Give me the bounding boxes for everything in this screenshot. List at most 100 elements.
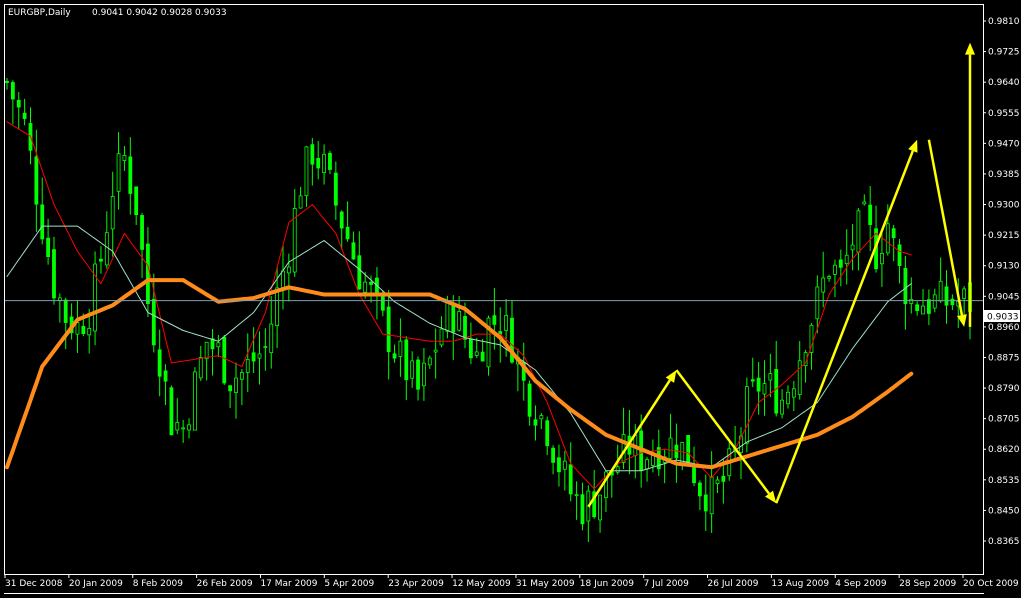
candle-body (386, 306, 391, 353)
candle (22, 98, 27, 126)
candle-body (322, 153, 326, 173)
x-tick: 4 Sep 2009 (834, 574, 887, 589)
y-tick: 0.9810 (983, 17, 1020, 27)
candle (926, 289, 931, 326)
price-chart[interactable]: 0.9810 0.9725 0.9640 0.9555 0.9470 0.9385 0.93… (0, 0, 1021, 598)
x-tick: 23 Apr 2009 (387, 574, 444, 589)
candle-body (422, 362, 426, 387)
candle (533, 405, 538, 441)
candle (762, 360, 767, 416)
candle-body (962, 288, 967, 299)
candle (328, 150, 332, 175)
candle-body (34, 156, 39, 205)
candle (791, 380, 796, 412)
candle-body (474, 351, 479, 356)
candle (169, 385, 174, 436)
candle (774, 340, 779, 417)
candle (551, 445, 555, 475)
candle-body (463, 316, 467, 340)
arrow-shaft (675, 369, 771, 495)
candle (157, 329, 162, 397)
x-tick-label: 5 Apr 2009 (324, 579, 374, 589)
candle-body (921, 305, 925, 315)
candle-body (885, 223, 890, 254)
candle (427, 355, 432, 369)
y-tick: 0.8705 (983, 415, 1020, 425)
candle-body (433, 349, 438, 353)
candle (803, 349, 808, 383)
candle (175, 398, 180, 435)
candle-body (369, 281, 373, 285)
candle-body (304, 146, 309, 197)
candle (333, 161, 338, 220)
x-tick: 26 Jul 2009 (707, 574, 759, 589)
y-tick-label: 0.9300 (988, 201, 1020, 211)
x-tick: 20 Oct 2009 (962, 574, 1019, 589)
candle (310, 137, 315, 186)
candle (398, 318, 403, 377)
y-tick-label: 0.8535 (988, 476, 1020, 486)
candle-body (445, 302, 450, 332)
candle (110, 171, 115, 257)
candle (756, 362, 761, 415)
candle-body (40, 204, 45, 240)
candle (416, 356, 420, 401)
candle-body (251, 352, 256, 362)
candle (950, 294, 955, 311)
candle-body (457, 311, 462, 331)
candle-body (328, 152, 332, 170)
candle (339, 210, 344, 250)
candle-body (439, 328, 444, 346)
x-tick-label: 4 Sep 2009 (835, 579, 887, 589)
candle (715, 476, 720, 493)
y-tick: 0.9640 (983, 78, 1020, 88)
candle (891, 224, 896, 262)
y-tick: 0.9300 (983, 201, 1020, 211)
candle-body (316, 157, 321, 169)
candle (216, 334, 221, 358)
x-tick-label: 17 Mar 2009 (260, 579, 317, 589)
arrow-shaft (775, 150, 914, 504)
x-tick: 31 May 2009 (515, 574, 575, 589)
candle (674, 423, 679, 483)
candle (234, 362, 238, 419)
current-price-box: 0.9033 (984, 310, 1020, 323)
candle (844, 229, 849, 285)
candle-body (351, 242, 356, 260)
candle-body (140, 215, 144, 250)
candle (862, 194, 867, 206)
candle-body (950, 298, 955, 306)
candle-body (562, 460, 567, 470)
y-tick: 0.9215 (983, 231, 1020, 241)
candle-body (198, 357, 203, 379)
candle-body (932, 294, 937, 309)
candle-body (903, 267, 908, 305)
candle (75, 300, 80, 353)
candle (562, 450, 567, 491)
candle-body (245, 359, 250, 373)
x-tick-label: 23 Apr 2009 (388, 579, 444, 589)
arrow-head (908, 139, 918, 153)
candle (944, 270, 949, 324)
candle-body (404, 339, 409, 381)
candle (345, 201, 350, 242)
candle-body (756, 377, 761, 392)
candle (257, 331, 262, 385)
candle-body (709, 476, 714, 515)
y-tick: 0.8790 (983, 384, 1020, 394)
candle-body (392, 353, 397, 359)
candle (486, 315, 491, 376)
y-tick-label: 0.9385 (988, 170, 1020, 180)
candle-body (668, 437, 673, 459)
y-tick-label: 0.8875 (988, 353, 1020, 363)
candle-body (868, 204, 873, 225)
candle (586, 485, 591, 542)
y-tick: 0.8450 (983, 506, 1020, 516)
candle-body (357, 255, 362, 290)
candle-body (52, 249, 56, 299)
candle (662, 449, 667, 484)
candle-body (580, 494, 585, 525)
y-tick: 0.8535 (983, 476, 1020, 486)
x-tick-label: 31 Dec 2008 (5, 579, 63, 589)
candle-body (110, 196, 115, 230)
